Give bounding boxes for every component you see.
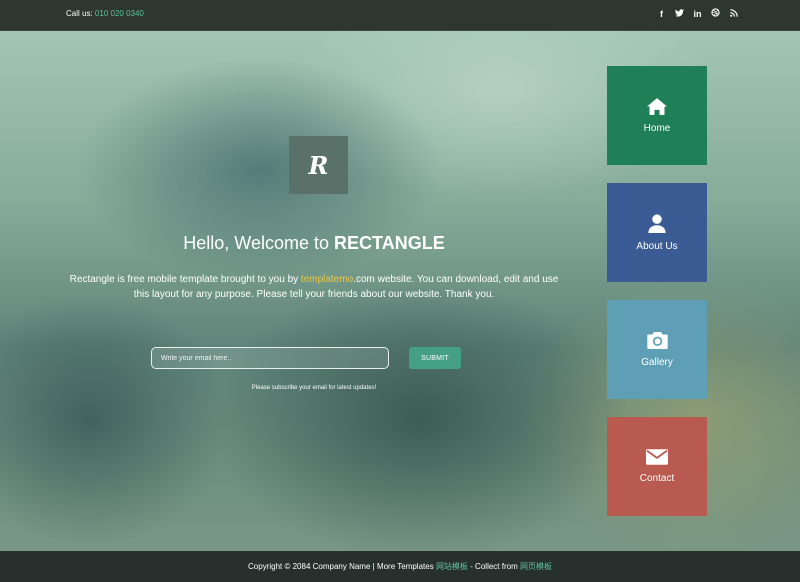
email-input[interactable] — [151, 347, 389, 369]
welcome-heading: Hello, Welcome to RECTANGLE — [0, 233, 628, 254]
intro-description: Rectangle is free mobile template brough… — [62, 272, 566, 302]
welcome-prefix: Hello, Welcome to — [183, 233, 330, 253]
linkedin-icon[interactable]: in — [693, 8, 702, 20]
submit-button[interactable]: SUBMIT — [409, 347, 461, 369]
nav-tile-contact[interactable]: Contact — [607, 417, 707, 516]
footer: Copyright © 2084 Company Name | More Tem… — [0, 551, 800, 582]
dribbble-icon[interactable] — [711, 8, 720, 20]
footer-collect-text: - Collect from — [470, 562, 518, 571]
footer-link-templates[interactable]: 网站模板 — [436, 562, 468, 571]
copyright-text: Copyright © 2084 Company Name | More Tem… — [248, 562, 434, 571]
home-icon — [647, 97, 667, 115]
templatemo-link[interactable]: templatemo — [301, 274, 353, 285]
rss-icon[interactable] — [729, 8, 738, 20]
nav-tile-label: Home — [643, 122, 671, 134]
twitter-icon[interactable] — [675, 8, 684, 20]
nav-tile-label: Contact — [639, 473, 675, 484]
call-us-text: Call us: 010 020 0340 — [66, 9, 144, 18]
nav-tile-home[interactable]: Home — [607, 66, 707, 165]
facebook-icon[interactable]: f — [657, 8, 666, 20]
call-label: Call us: — [66, 9, 93, 18]
nav-tile-gallery[interactable]: Gallery — [607, 300, 707, 399]
nav-tile-label: About Us — [636, 240, 678, 252]
user-icon — [648, 213, 666, 233]
camera-icon — [646, 331, 668, 349]
nav-tile-label: Gallery — [641, 356, 673, 368]
top-bar: Call us: 010 020 0340 f in — [0, 0, 800, 31]
subscribe-note: Please subscribe your email for latest u… — [251, 385, 377, 391]
nav-tile-about-us[interactable]: About Us — [607, 183, 707, 282]
phone-number-link[interactable]: 010 020 0340 — [95, 9, 144, 18]
envelope-icon — [646, 449, 668, 465]
footer-link-collect[interactable]: 网页模板 — [520, 562, 552, 571]
social-links: f in — [657, 8, 738, 20]
desc-text-before: Rectangle is free mobile template brough… — [69, 274, 299, 285]
site-logo: R — [289, 136, 348, 194]
welcome-brand: RECTANGLE — [334, 233, 445, 253]
